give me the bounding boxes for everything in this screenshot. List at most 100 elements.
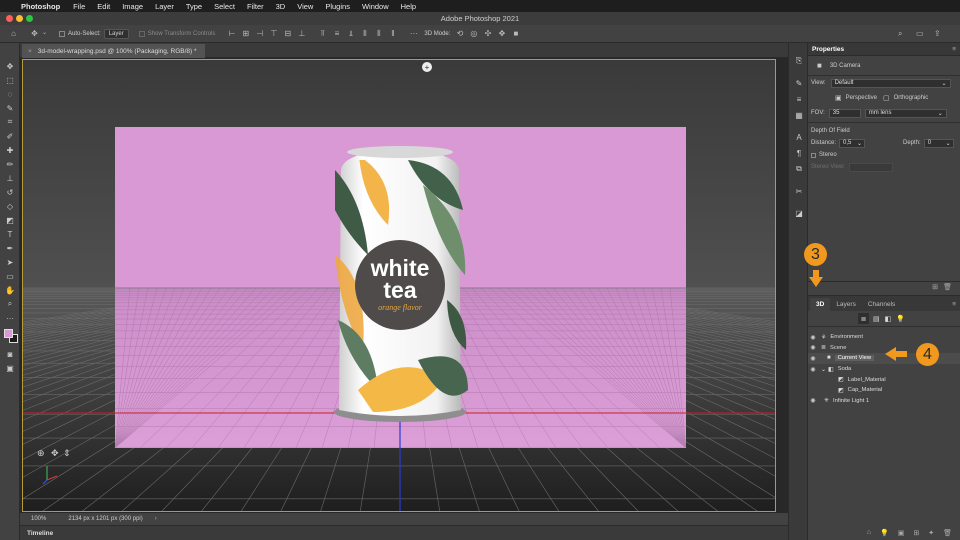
menu-select[interactable]: Select	[214, 2, 235, 11]
ground-plane-icon[interactable]: ⌂	[867, 529, 871, 537]
visibility-eye-icon[interactable]: ◉	[808, 366, 818, 373]
pan-camera-icon[interactable]: ✥	[51, 449, 59, 459]
auto-select-dropdown[interactable]: Layer	[103, 28, 129, 39]
chevron-down-icon[interactable]: ⌄	[821, 366, 826, 373]
list-item[interactable]: ◉ ✳ Infinite Light 1	[808, 396, 960, 407]
quick-mask-icon[interactable]: ◙	[0, 347, 20, 361]
menu-plugins[interactable]: Plugins	[325, 2, 350, 11]
foreground-color-swatch[interactable]	[4, 329, 13, 338]
zoom-tool[interactable]: ⌕	[0, 297, 20, 311]
3d-materials-icon[interactable]: ◪	[789, 205, 809, 221]
pen-tool[interactable]: ✒	[0, 241, 20, 255]
share-icon[interactable]: ⇪	[934, 29, 941, 38]
stereo-checkbox[interactable]	[811, 152, 816, 158]
panel-trash-icon[interactable]: 🗑	[943, 283, 952, 291]
orbit-3d-icon[interactable]: ⟲	[455, 29, 464, 38]
paragraph-icon[interactable]: ¶	[789, 145, 809, 161]
distribute-bottom-icon[interactable]: ⫫	[346, 29, 355, 38]
view-dropdown[interactable]: Default ⌄	[830, 78, 951, 88]
distribute-top-icon[interactable]: ⫪	[318, 29, 327, 38]
orbit-camera-icon[interactable]: ⊕	[37, 449, 45, 459]
adjustments-icon[interactable]: ≡	[789, 91, 809, 107]
tab-layers[interactable]: Layers	[830, 298, 862, 311]
fov-unit-dropdown[interactable]: mm lens ⌄	[864, 108, 947, 118]
panel-menu-icon[interactable]: ≡	[952, 46, 956, 53]
menu-type[interactable]: Type	[186, 2, 202, 11]
glyphs-icon[interactable]: ⧉	[789, 161, 809, 177]
depth-input[interactable]: 0 ⌄	[923, 138, 954, 148]
close-tab-icon[interactable]: ×	[28, 48, 32, 55]
crop-tool[interactable]: ⌗	[0, 115, 20, 129]
filter-meshes-icon[interactable]: ▤	[873, 315, 880, 323]
distribute-center-icon[interactable]: ⦀	[374, 29, 383, 38]
align-middle-icon[interactable]: ⊟	[283, 29, 292, 38]
perspective-icon[interactable]: ▣	[835, 94, 842, 102]
menu-help[interactable]: Help	[401, 2, 416, 11]
timeline-tab[interactable]: Timeline	[27, 530, 53, 537]
menu-3d[interactable]: 3D	[276, 2, 286, 11]
fov-input[interactable]: 35	[828, 108, 861, 118]
marquee-tool[interactable]: ⬚	[0, 73, 20, 87]
workspace-icon[interactable]: ▭	[916, 29, 924, 38]
filter-lights-icon[interactable]: 💡	[896, 315, 905, 323]
distribute-middle-icon[interactable]: ≡	[332, 29, 341, 38]
roll-3d-icon[interactable]: ◎	[469, 29, 478, 38]
stamp-tool[interactable]: ⊥	[0, 171, 20, 185]
list-item[interactable]: ◩ Cap_Material	[808, 385, 960, 396]
list-item[interactable]: ◉ ⌄ ◧ Soda	[808, 364, 960, 375]
visibility-eye-icon[interactable]: ◉	[808, 344, 818, 351]
pan-3d-icon[interactable]: ✣	[483, 29, 492, 38]
distribute-left-icon[interactable]: ⫴	[360, 29, 369, 38]
visibility-eye-icon[interactable]: ◉	[808, 334, 818, 341]
move-tool-icon[interactable]: ✥	[30, 29, 39, 38]
menu-file[interactable]: File	[73, 2, 85, 11]
eraser-tool[interactable]: ◇	[0, 199, 20, 213]
dolly-camera-icon[interactable]: ⇕	[63, 449, 71, 459]
filter-scene-icon[interactable]: ≣	[858, 313, 869, 324]
render-icon[interactable]: ▣	[898, 529, 905, 537]
video-camera-icon[interactable]: ■	[511, 29, 520, 38]
history-icon[interactable]: ⎘	[789, 53, 809, 69]
perspective-button[interactable]: Perspective	[846, 95, 877, 101]
status-menu-chevron-icon[interactable]: ›	[155, 516, 157, 522]
orthographic-button[interactable]: Orthographic	[894, 95, 929, 101]
align-right-icon[interactable]: ⊣	[255, 29, 264, 38]
align-top-icon[interactable]: ⊤	[269, 29, 278, 38]
gradient-tool[interactable]: ◩	[0, 213, 20, 227]
screen-mode-icon[interactable]: ▣	[0, 361, 20, 375]
3d-scene[interactable]: white tea orange flavor + ⊕ ✥ ⇕	[23, 60, 776, 512]
menu-app-name[interactable]: Photoshop	[21, 2, 60, 11]
hand-tool[interactable]: ✋	[0, 283, 20, 297]
visibility-eye-icon[interactable]: ◉	[808, 355, 818, 362]
shape-tool[interactable]: ▭	[0, 269, 20, 283]
list-item[interactable]: ◩ Label_Material	[808, 374, 960, 385]
slide-3d-icon[interactable]: ✥	[497, 29, 506, 38]
distance-input[interactable]: 0,5 ⌄	[839, 138, 866, 148]
auto-select-checkbox[interactable]	[59, 30, 65, 37]
lasso-tool[interactable]: ◌	[0, 87, 20, 101]
zoom-window-button[interactable]	[26, 15, 33, 22]
transform-controls-checkbox[interactable]	[138, 30, 145, 37]
soda-can[interactable]: white tea orange flavor	[334, 146, 468, 422]
menu-view[interactable]: View	[297, 2, 313, 11]
menu-edit[interactable]: Edit	[97, 2, 110, 11]
tab-3d[interactable]: 3D	[810, 298, 831, 311]
panel-menu-icon[interactable]: ≡	[952, 301, 956, 308]
menu-window[interactable]: Window	[362, 2, 389, 11]
3d-workspace[interactable]: white tea orange flavor + ⊕ ✥ ⇕	[22, 59, 776, 512]
path-select-tool[interactable]: ➤	[0, 255, 20, 269]
add-light-menu-icon[interactable]: ✦	[928, 529, 934, 537]
add-light-icon[interactable]: 💡	[880, 529, 889, 537]
stereo-view-dropdown[interactable]	[848, 162, 893, 172]
edit-toolbar-icon[interactable]: ···	[0, 311, 20, 325]
minimize-window-button[interactable]	[16, 15, 23, 22]
menu-image[interactable]: Image	[122, 2, 143, 11]
menu-layer[interactable]: Layer	[155, 2, 174, 11]
history-brush-tool[interactable]: ↺	[0, 185, 20, 199]
quick-select-tool[interactable]: ✎	[0, 101, 20, 115]
type-tool[interactable]: T	[0, 227, 20, 241]
brush-tool[interactable]: ✏	[0, 157, 20, 171]
delete-icon[interactable]: 🗑	[943, 529, 952, 537]
align-bottom-icon[interactable]: ⊥	[297, 29, 306, 38]
visibility-eye-icon[interactable]: ◉	[808, 397, 818, 404]
